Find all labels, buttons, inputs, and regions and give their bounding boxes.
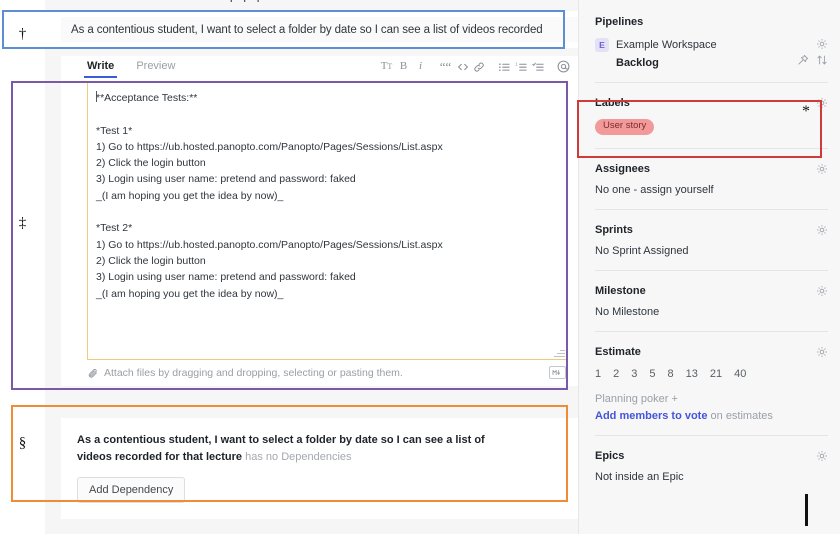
quote-icon[interactable]: ““	[437, 58, 454, 75]
svg-text:1: 1	[515, 61, 518, 66]
workspace-avatar: E	[595, 38, 609, 52]
issue-sidebar: Pipelines E Example Workspace Backlog La…	[578, 0, 840, 534]
pin-icon[interactable]	[797, 54, 809, 66]
attach-files-row[interactable]: Attach files by dragging and dropping, s…	[87, 360, 567, 386]
app-content: lll As a contentious student, I want to …	[45, 0, 840, 534]
annotation-marker-section: §	[18, 435, 27, 451]
comment-body-text: **Acceptance Tests:** *Test 1* 1) Go to …	[96, 92, 443, 300]
divider-4	[595, 269, 828, 271]
dependency-summary: As a contentious student, I want to sele…	[77, 432, 497, 466]
estimate-option[interactable]: 2	[613, 368, 619, 380]
task-list-icon[interactable]	[530, 58, 547, 75]
sort-icon[interactable]	[816, 54, 828, 66]
gear-icon[interactable]	[816, 38, 828, 50]
annotation-marker-asterisk: *	[802, 103, 810, 120]
tab-preview[interactable]: Preview	[136, 56, 175, 78]
sidebar-section-sprints: Sprints No Sprint Assigned	[595, 222, 828, 257]
heading-icon[interactable]: TT	[378, 58, 395, 75]
estimate-option[interactable]: 1	[595, 368, 601, 380]
add-members-to-vote-link[interactable]: Add members to vote on estimates	[595, 410, 828, 422]
dependency-status-text: has no Dependencies	[245, 451, 352, 463]
annotation-gutter: † ‡ §	[0, 0, 45, 534]
issue-title-row: As a contentious student, I want to sele…	[45, 11, 578, 48]
issue-main-column: lll As a contentious student, I want to …	[45, 0, 578, 534]
gear-icon[interactable]	[815, 223, 828, 236]
gear-icon[interactable]	[815, 449, 828, 462]
estimate-option[interactable]: 21	[710, 368, 722, 380]
link-icon[interactable]	[471, 58, 488, 75]
label-chip-user-story[interactable]: User story	[595, 119, 655, 135]
divider-3	[595, 208, 828, 210]
annotation-marker-bar	[805, 494, 808, 526]
editor-tabbar: Write Preview TT B i ““ 1	[61, 56, 578, 82]
tab-write[interactable]: Write	[83, 56, 118, 78]
milestone-title: Milestone	[595, 284, 646, 297]
attach-files-text: Attach files by dragging and dropping, s…	[104, 367, 403, 379]
editor-toolbar: TT B i ““ 1	[378, 58, 572, 75]
markdown-icon[interactable]	[549, 366, 566, 379]
milestone-value[interactable]: No Milestone	[595, 306, 828, 318]
sidebar-section-epics: Epics Not inside an Epic	[595, 448, 828, 483]
estimate-option[interactable]: 3	[631, 368, 637, 380]
labels-title: Labels	[595, 97, 630, 109]
planning-poker-label[interactable]: Planning poker +	[595, 393, 828, 405]
sprints-value[interactable]: No Sprint Assigned	[595, 245, 828, 257]
divider-6	[595, 434, 828, 436]
assignees-title: Assignees	[595, 162, 651, 175]
annotation-marker-dagger: †	[18, 26, 27, 42]
numbered-list-icon[interactable]: 1	[513, 58, 530, 75]
sidebar-section-milestone: Milestone No Milestone	[595, 283, 828, 318]
sidebar-section-assignees: Assignees No one - assign yourself	[595, 161, 828, 196]
estimate-option[interactable]: 8	[668, 368, 674, 380]
sidebar-section-estimate: Estimate 1 2 3 5 8 13 21 40 Planning pok…	[595, 344, 828, 422]
italic-icon[interactable]: i	[412, 58, 429, 75]
divider-1	[595, 82, 828, 83]
gear-icon[interactable]	[815, 97, 828, 110]
sprints-title: Sprints	[595, 223, 633, 236]
sidebar-section-labels: Labels User story	[595, 95, 828, 135]
bulleted-list-icon[interactable]	[496, 58, 513, 75]
paperclip-icon	[87, 367, 100, 380]
estimate-title: Estimate	[595, 345, 641, 358]
gear-icon[interactable]	[815, 284, 828, 297]
epics-title: Epics	[595, 449, 625, 462]
add-dependency-button[interactable]: Add Dependency	[77, 477, 186, 503]
gear-icon[interactable]	[815, 345, 828, 358]
sidebar-section-pipelines: Pipelines E Example Workspace Backlog	[595, 14, 828, 69]
comment-editor: Write Preview TT B i ““ 1 **Acceptance T…	[61, 56, 578, 386]
pipeline-workspace-row[interactable]: E Example Workspace	[595, 38, 828, 65]
divider-5	[595, 330, 828, 332]
add-members-link-suffix: on estimates	[707, 409, 773, 422]
clipped-header-text: lll	[45, 0, 578, 9]
gear-icon[interactable]	[815, 162, 828, 175]
comment-textarea[interactable]: **Acceptance Tests:** *Test 1* 1) Go to …	[87, 82, 567, 360]
estimate-options: 1 2 3 5 8 13 21 40	[595, 368, 828, 380]
issue-title-text: As a contentious student, I want to sele…	[71, 23, 543, 36]
issue-title-field[interactable]: As a contentious student, I want to sele…	[61, 17, 578, 42]
screenshot-root: † ‡ § lll As a contentious student, I wa…	[0, 0, 840, 534]
epics-value[interactable]: Not inside an Epic	[595, 471, 828, 483]
annotation-marker-double-dagger: ‡	[18, 215, 27, 231]
estimate-option[interactable]: 40	[734, 368, 746, 380]
bold-icon[interactable]: B	[395, 58, 412, 75]
mention-icon[interactable]	[555, 58, 572, 75]
editor-textarea-wrap: **Acceptance Tests:** *Test 1* 1) Go to …	[87, 82, 567, 360]
workspace-name: Example Workspace	[616, 39, 717, 51]
code-icon[interactable]	[454, 58, 471, 75]
estimate-option[interactable]: 13	[686, 368, 698, 380]
pipelines-title: Pipelines	[595, 16, 644, 28]
estimate-option[interactable]: 5	[649, 368, 655, 380]
dependencies-card: As a contentious student, I want to sele…	[61, 418, 578, 519]
pipeline-actions	[797, 38, 828, 66]
divider-2	[595, 147, 828, 149]
assignees-value[interactable]: No one - assign yourself	[595, 184, 828, 196]
add-members-link-text: Add members to vote	[595, 409, 708, 422]
